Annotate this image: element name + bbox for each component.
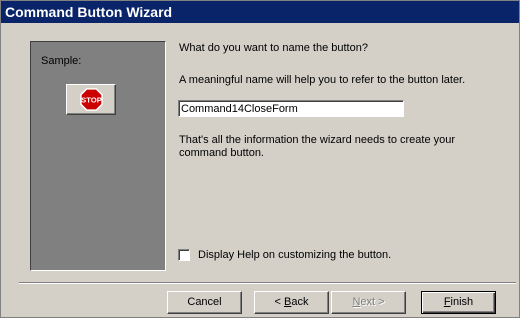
next-button[interactable]: Next >	[331, 291, 406, 314]
stop-sign-icon: STOP	[80, 88, 103, 111]
back-button[interactable]: < Back	[254, 291, 329, 314]
button-separator	[19, 282, 516, 284]
finish-label: inish	[450, 296, 474, 308]
finish-button[interactable]: Finish	[421, 291, 496, 314]
sample-panel: Sample: STOP	[30, 41, 166, 271]
back-label: ack	[291, 296, 309, 308]
window-title: Command Button Wizard	[1, 1, 519, 23]
info-text-line2: command button.	[179, 147, 264, 159]
stop-sign-text: STOP	[81, 95, 102, 104]
sample-preview-button: STOP	[66, 84, 116, 115]
display-help-label[interactable]: Display Help on customizing the button.	[198, 249, 391, 261]
cancel-button[interactable]: Cancel	[167, 291, 242, 314]
command-button-wizard-dialog: Command Button Wizard Sample: STOP What …	[0, 0, 520, 318]
name-question: What do you want to name the button?	[179, 42, 368, 54]
finish-mnemonic: F	[443, 296, 451, 308]
info-text-line1: That's all the information the wizard ne…	[179, 134, 456, 146]
button-name-input[interactable]	[178, 100, 404, 117]
display-help-checkbox[interactable]	[178, 249, 190, 261]
next-label: ext >	[360, 296, 385, 308]
name-hint: A meaningful name will help you to refer…	[179, 74, 466, 86]
sample-label: Sample:	[41, 55, 82, 67]
